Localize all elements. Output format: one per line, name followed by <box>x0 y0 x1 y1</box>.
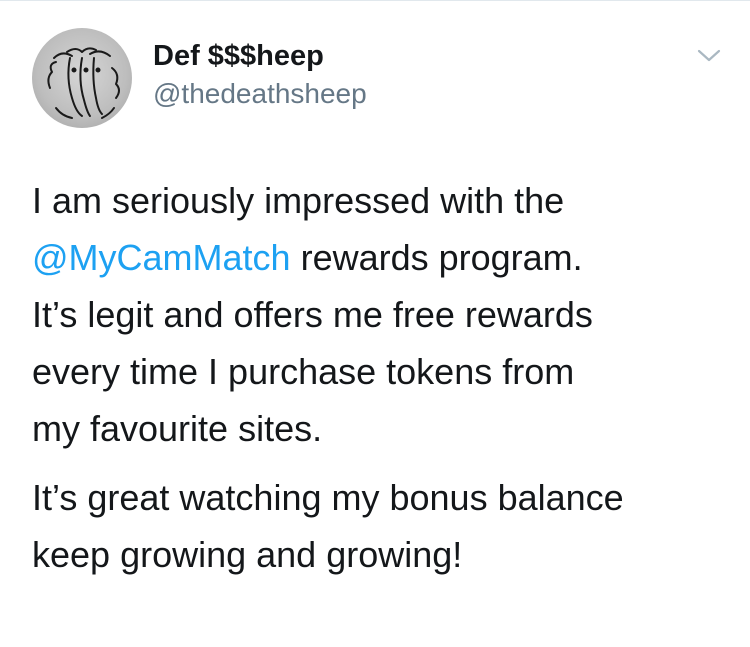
tweet-paragraph-1: I am seriously impressed with the @MyCam… <box>32 172 732 457</box>
tweet-line-text: rewards program. <box>290 237 583 278</box>
tweet-line: my favourite sites. <box>32 408 323 449</box>
tweet-card: Def $$$heep @thedeathsheep I am seriousl… <box>0 0 750 647</box>
tweet-line: every time I purchase tokens from <box>32 351 575 392</box>
tweet-line: It’s legit and offers me free rewards <box>32 294 593 335</box>
tweet-text: I am seriously impressed with the @MyCam… <box>32 172 732 583</box>
tweet-paragraph-2: It’s great watching my bonus balance kee… <box>32 469 732 583</box>
tweet-line: keep growing and growing! <box>32 534 463 575</box>
tweet-line: I am seriously impressed with the <box>32 180 565 221</box>
mention-link[interactable]: @MyCamMatch <box>32 237 291 278</box>
display-name[interactable]: Def $$$heep <box>153 38 367 74</box>
tweet-line: @MyCamMatch rewards program. <box>32 229 732 286</box>
tweet-line: It’s great watching my bonus balance <box>32 477 624 518</box>
author-block: Def $$$heep @thedeathsheep <box>153 38 367 111</box>
chevron-down-icon <box>697 49 721 62</box>
user-handle[interactable]: @thedeathsheep <box>153 77 367 111</box>
tweet-menu-button[interactable] <box>693 44 725 68</box>
avatar[interactable] <box>32 28 132 128</box>
sheep-drawing-icon <box>47 47 120 119</box>
